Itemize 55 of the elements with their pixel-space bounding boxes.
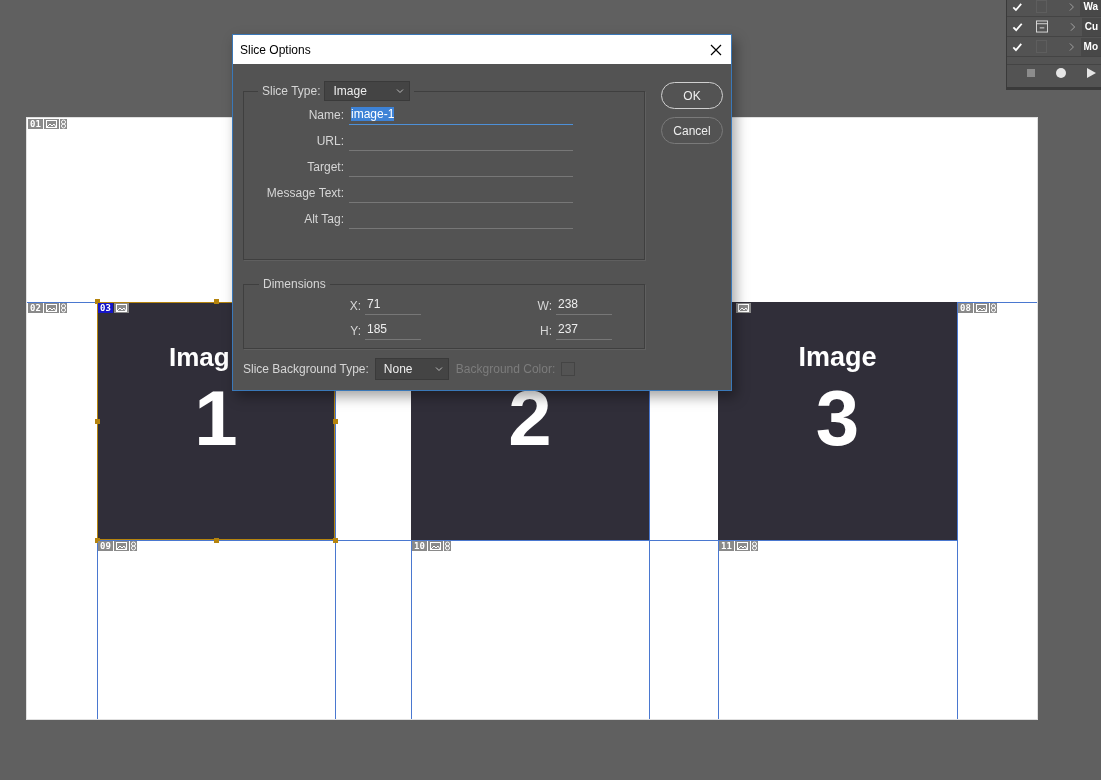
slice-number: 11 xyxy=(719,541,734,551)
chevron-icon[interactable] xyxy=(1069,41,1075,52)
checkmark-icon[interactable] xyxy=(1012,0,1023,13)
action-name[interactable]: Wa xyxy=(1080,0,1101,16)
dialog-title: Slice Options xyxy=(240,42,311,57)
field-label: Name: xyxy=(308,107,344,124)
input-field[interactable]: 71 xyxy=(365,296,421,315)
field-label: X: xyxy=(349,298,361,315)
dialog-button[interactable]: Cancel xyxy=(661,117,723,144)
input-field[interactable]: 238 xyxy=(556,296,612,315)
link-icon xyxy=(443,541,451,551)
caret-icon xyxy=(396,88,405,94)
field-label: Y: xyxy=(350,323,361,340)
image-title: Imag xyxy=(169,342,230,372)
dialog-icon[interactable] xyxy=(1036,20,1049,33)
field-label: Target: xyxy=(307,159,344,176)
play-icon[interactable] xyxy=(1085,67,1097,79)
field-label: URL: xyxy=(316,133,344,150)
image-number: 1 xyxy=(194,374,238,462)
action-name[interactable]: Mo xyxy=(1080,37,1101,56)
input-field[interactable]: 185 xyxy=(365,321,421,340)
caret-icon xyxy=(434,366,443,372)
image-number: 2 xyxy=(508,374,552,462)
image-icon xyxy=(113,303,129,313)
link-icon xyxy=(989,303,997,313)
chevron-icon[interactable] xyxy=(1069,1,1075,12)
group-title: Dimensions xyxy=(263,277,326,291)
link-icon xyxy=(59,303,67,313)
slice-number: 03 xyxy=(98,303,113,313)
checkmark-icon[interactable] xyxy=(1012,40,1023,53)
action-name[interactable]: Cu xyxy=(1081,17,1101,36)
input-field[interactable]: 237 xyxy=(556,321,612,340)
slice-number: 02 xyxy=(28,303,43,313)
field-label: H: xyxy=(540,323,552,340)
field-label: W: xyxy=(537,298,552,315)
background-type-dropdown[interactable]: None xyxy=(374,358,449,380)
link-icon xyxy=(750,541,758,551)
link-icon xyxy=(129,541,137,551)
slice-type-dropdown[interactable]: Image xyxy=(324,81,411,101)
dialog-button[interactable]: OK xyxy=(661,82,723,109)
chevron-icon[interactable] xyxy=(1070,21,1076,32)
image-number: 3 xyxy=(815,374,860,462)
close-icon xyxy=(710,43,722,56)
image-title: Image xyxy=(798,342,877,372)
field-label: Slice Background Type: xyxy=(243,362,369,376)
slice-number: 10 xyxy=(412,541,427,551)
slice-number: 08 xyxy=(958,303,973,313)
slice-number: 09 xyxy=(98,541,113,551)
field-label: Alt Tag: xyxy=(304,211,344,228)
stop-icon[interactable] xyxy=(1025,67,1037,79)
field-label: Slice Type: xyxy=(262,84,321,98)
input-field[interactable]: image-1 xyxy=(349,106,573,125)
record-icon[interactable] xyxy=(1055,67,1067,79)
slice-number: 01 xyxy=(28,119,43,129)
field-label: Message Text: xyxy=(266,185,344,202)
